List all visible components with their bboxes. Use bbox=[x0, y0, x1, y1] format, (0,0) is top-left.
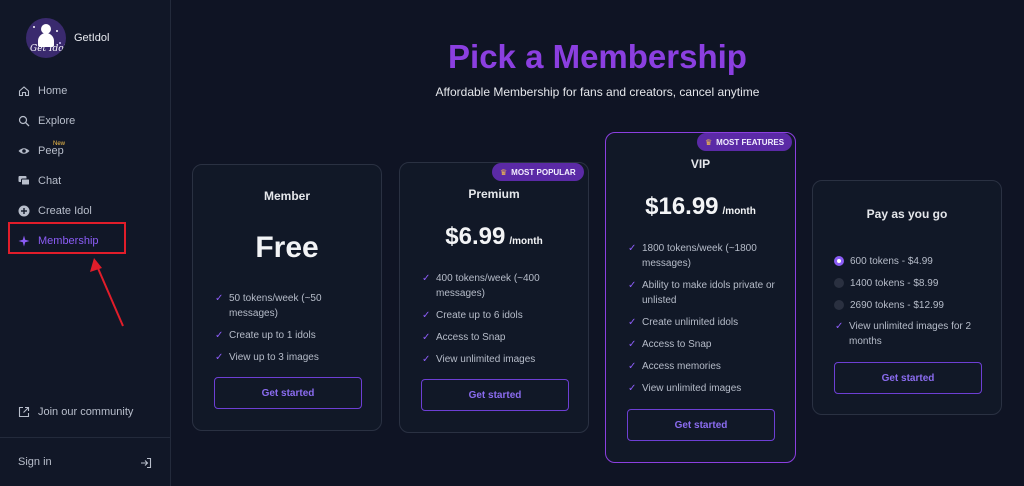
radio-icon[interactable] bbox=[834, 278, 844, 288]
check-icon: ✓ bbox=[422, 273, 431, 284]
radio-selected-icon[interactable] bbox=[834, 256, 844, 266]
sign-in-icon[interactable] bbox=[140, 456, 152, 474]
price-amount: $16.99 bbox=[645, 193, 719, 220]
brand[interactable]: Get Idol GetIdol bbox=[26, 18, 109, 58]
check-icon: ✓ bbox=[628, 243, 637, 254]
sidebar-item-peep[interactable]: Peep New bbox=[0, 136, 171, 166]
page-subtitle: Affordable Membership for fans and creat… bbox=[435, 85, 760, 99]
token-option[interactable]: 2690 tokens - $12.99 bbox=[834, 294, 944, 316]
feature-item: ✓ Access to Snap bbox=[422, 332, 506, 343]
plan-card-member: Member Free ✓ 50 tokens/week (~50 message… bbox=[192, 164, 382, 431]
plan-card-vip: VIP $16.99/month ✓ 1800 tokens/week (~180… bbox=[605, 132, 796, 463]
radio-icon[interactable] bbox=[834, 300, 844, 310]
check-icon: ✓ bbox=[628, 339, 637, 350]
crown-icon: ♛ bbox=[500, 167, 508, 177]
logo-text: Get Idol bbox=[30, 44, 66, 54]
join-community-link[interactable]: Join our community bbox=[18, 406, 133, 418]
check-icon: ✓ bbox=[422, 354, 431, 365]
crown-icon: ♛ bbox=[705, 137, 713, 147]
plan-name: Premium bbox=[468, 187, 520, 201]
chat-icon bbox=[18, 175, 30, 187]
check-icon: ✓ bbox=[215, 330, 224, 341]
price-period: /month bbox=[509, 236, 543, 247]
plus-circle-icon bbox=[18, 205, 30, 217]
plan-name: Member bbox=[263, 189, 310, 203]
check-icon: ✓ bbox=[628, 280, 637, 291]
check-icon: ✓ bbox=[215, 293, 224, 304]
token-option[interactable]: 600 tokens - $4.99 bbox=[834, 250, 944, 272]
feature-item: ✓ View unlimited images for 2 months bbox=[835, 321, 972, 347]
logo: Get Idol bbox=[26, 18, 66, 58]
most-features-badge: ♛ MOST FEATURES bbox=[697, 133, 793, 151]
feature-item: ✓ Create unlimited idols bbox=[628, 317, 739, 328]
feature-list: ✓ 400 tokens/week (~400 messages) ✓ Create… bbox=[422, 271, 574, 374]
join-community-label: Join our community bbox=[38, 406, 134, 418]
feature-item: ✓ 50 tokens/week (~50 messages) bbox=[215, 293, 322, 319]
plan-price: $6.99/month bbox=[400, 223, 588, 251]
feature-item: ✓ Access to Snap bbox=[628, 339, 712, 350]
feature-list: ✓ 1800 tokens/week (~1800 messages) ✓ Abil… bbox=[628, 241, 781, 403]
sidebar-item-home[interactable]: Home bbox=[0, 76, 171, 106]
check-icon: ✓ bbox=[422, 310, 431, 321]
page-title: Pick a Membership bbox=[448, 38, 747, 75]
sidebar-item-chat[interactable]: Chat bbox=[0, 166, 171, 196]
external-link-icon bbox=[18, 406, 30, 418]
annotation-arrow bbox=[90, 258, 124, 327]
feature-item: ✓ 1800 tokens/week (~1800 messages) bbox=[628, 243, 757, 269]
feature-item: ✓ 400 tokens/week (~400 messages) bbox=[422, 273, 540, 299]
search-icon bbox=[18, 115, 30, 127]
annotation-highlight-box bbox=[8, 222, 126, 254]
check-icon: ✓ bbox=[628, 383, 637, 394]
check-icon: ✓ bbox=[628, 361, 637, 372]
home-icon bbox=[18, 85, 30, 97]
feature-item: ✓ Access memories bbox=[628, 361, 721, 372]
brand-name: GetIdol bbox=[74, 32, 110, 44]
check-icon: ✓ bbox=[215, 352, 224, 363]
eye-icon bbox=[18, 145, 30, 157]
feature-item: ✓ View unlimited images bbox=[628, 383, 742, 394]
plan-name: Pay as you go bbox=[866, 207, 948, 221]
sidebar-item-label: Home bbox=[38, 85, 68, 97]
sidebar-divider bbox=[0, 437, 170, 438]
token-options: 600 tokens - $4.99 1400 tokens - $8.99 2… bbox=[834, 250, 944, 316]
feature-list: ✓ View unlimited images for 2 months bbox=[835, 319, 987, 356]
get-started-button-member[interactable]: Get started bbox=[214, 377, 362, 409]
plan-card-premium: Premium $6.99/month ✓ 400 tokens/week (~4… bbox=[399, 162, 589, 433]
plan-price: Free bbox=[255, 231, 319, 264]
feature-item: ✓ Ability to make idols private or unlist… bbox=[628, 280, 775, 306]
sidebar-item-label: Create Idol bbox=[38, 205, 92, 217]
feature-item: ✓ Create up to 1 idols bbox=[215, 330, 316, 341]
sidebar-item-label: Explore bbox=[38, 115, 76, 127]
most-popular-badge: ♛ MOST POPULAR bbox=[492, 163, 584, 181]
sidebar-item-explore[interactable]: Explore bbox=[0, 106, 171, 136]
plan-price: $16.99/month bbox=[606, 193, 795, 221]
check-icon: ✓ bbox=[628, 317, 637, 328]
plan-name: VIP bbox=[690, 157, 711, 171]
feature-item: ✓ View unlimited images bbox=[422, 354, 536, 365]
get-started-button-payg[interactable]: Get started bbox=[834, 362, 982, 394]
plan-card-pay-as-you-go: Pay as you go 600 tokens - $4.99 1400 to… bbox=[812, 180, 1002, 415]
price-period: /month bbox=[722, 206, 756, 217]
get-started-button-vip[interactable]: Get started bbox=[627, 409, 775, 441]
get-started-button-premium[interactable]: Get started bbox=[421, 379, 569, 411]
check-icon: ✓ bbox=[422, 332, 431, 343]
sign-in-label[interactable]: Sign in bbox=[18, 456, 52, 468]
new-badge: New bbox=[53, 141, 66, 147]
feature-list: ✓ 50 tokens/week (~50 messages) ✓ Create u… bbox=[215, 291, 367, 372]
feature-item: ✓ Create up to 6 idols bbox=[422, 310, 523, 321]
price-amount: $6.99 bbox=[445, 223, 506, 250]
token-option[interactable]: 1400 tokens - $8.99 bbox=[834, 272, 944, 294]
check-icon: ✓ bbox=[835, 321, 844, 332]
feature-item: ✓ View up to 3 images bbox=[215, 352, 319, 363]
sidebar-item-label: Chat bbox=[38, 175, 62, 187]
